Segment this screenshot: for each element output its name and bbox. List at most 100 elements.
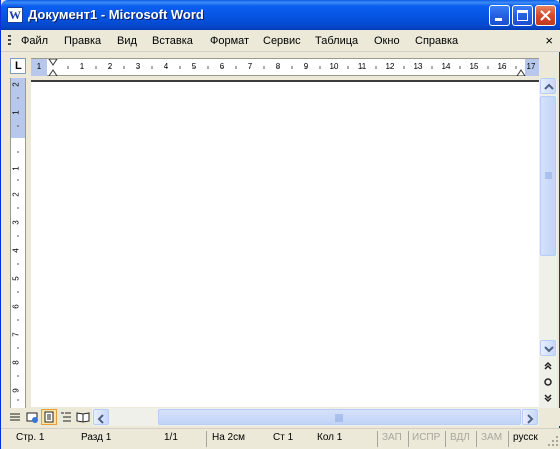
menu-format[interactable]: Формат <box>210 35 249 47</box>
status-section: Разд 1 <box>81 432 112 443</box>
h-ruler-num: 10 <box>329 62 339 71</box>
menu-bar: Файл Правка Вид Вставка Формат Сервис Та… <box>1 30 560 52</box>
h-ruler-num: 5 <box>191 62 197 71</box>
first-line-indent-marker <box>48 59 58 66</box>
outline-view-button[interactable] <box>58 409 74 425</box>
print-layout-icon <box>44 411 54 423</box>
h-ruler-num: 14 <box>441 62 451 71</box>
h-ruler-num: 1 <box>79 62 85 71</box>
normal-view-button[interactable] <box>7 409 23 425</box>
close-icon <box>540 10 551 21</box>
arrow-left-icon <box>97 414 104 424</box>
scroll-right-button[interactable] <box>522 409 538 425</box>
arrow-down-icon <box>544 346 554 353</box>
h-ruler-num: 8 <box>275 62 281 71</box>
h-ruler-num: 7 <box>247 62 253 71</box>
status-page: Стр. 1 <box>16 432 45 443</box>
window-title: Документ1 - Microsoft Word <box>28 7 204 22</box>
status-overtype[interactable]: ЗАМ <box>481 432 502 443</box>
status-column: Кол 1 <box>317 432 343 443</box>
word-window: W Документ1 - Microsoft Word Файл Правка… <box>0 0 560 449</box>
tab-selector[interactable]: L <box>10 58 26 74</box>
v-ruler-num: 1 <box>11 166 21 171</box>
previous-page-button[interactable] <box>540 358 556 374</box>
reading-layout-icon <box>76 412 90 423</box>
h-ruler-num: 11 <box>357 62 367 71</box>
menu-edit[interactable]: Правка <box>64 35 101 47</box>
toolbar-grip[interactable] <box>8 35 11 47</box>
v-ruler-num: 4 <box>11 248 21 253</box>
h-ruler-num: 4 <box>163 62 169 71</box>
print-layout-button[interactable] <box>41 409 57 425</box>
v-ruler-num: 9 <box>11 388 21 393</box>
title-bar[interactable]: W Документ1 - Microsoft Word <box>1 0 560 30</box>
h-ruler-num: 17 <box>526 62 536 71</box>
v-ruler-num: 6 <box>11 304 21 309</box>
thumb-grip-icon <box>335 414 343 422</box>
menu-tools[interactable]: Сервис <box>263 35 301 47</box>
right-indent-marker <box>516 69 526 76</box>
close-document-button[interactable]: × <box>545 33 553 48</box>
menu-insert[interactable]: Вставка <box>152 35 193 47</box>
h-ruler-num: 9 <box>303 62 309 71</box>
menu-file[interactable]: Файл <box>21 35 48 47</box>
next-page-button[interactable] <box>540 390 556 406</box>
close-button[interactable] <box>535 5 556 26</box>
double-up-icon <box>544 361 552 370</box>
horizontal-scrollbar[interactable] <box>92 408 539 426</box>
normal-view-icon <box>10 413 20 421</box>
horizontal-scroll-thumb[interactable] <box>158 409 521 425</box>
menu-table[interactable]: Таблица <box>315 35 358 47</box>
h-ruler-num: 6 <box>219 62 225 71</box>
h-ruler-num: 16 <box>497 62 507 71</box>
menu-view[interactable]: Вид <box>117 35 137 47</box>
status-position: На 2см <box>212 432 245 443</box>
arrow-right-icon <box>527 414 534 424</box>
word-document-icon[interactable]: W <box>7 7 23 23</box>
h-ruler-num: 12 <box>385 62 395 71</box>
thumb-grip-icon <box>545 172 552 179</box>
v-ruler-num: 8 <box>11 360 21 365</box>
resize-grip-icon[interactable] <box>547 435 559 447</box>
v-ruler-num: 5 <box>11 276 21 281</box>
horizontal-ruler[interactable]: 1 1 2 3 4 5 6 7 8 9 10 11 12 13 14 15 16… <box>31 58 539 76</box>
status-extend[interactable]: ВДЛ <box>450 432 470 443</box>
menu-help[interactable]: Справка <box>415 35 458 47</box>
h-ruler-num: 1 <box>36 62 42 71</box>
scroll-left-button[interactable] <box>93 409 109 425</box>
v-ruler-num: 2 <box>11 192 21 197</box>
status-pages: 1/1 <box>164 432 178 443</box>
document-editing-area[interactable] <box>31 80 539 407</box>
h-ruler-num: 3 <box>135 62 141 71</box>
maximize-icon <box>517 10 528 21</box>
double-down-icon <box>544 394 552 403</box>
reading-layout-button[interactable] <box>75 409 91 425</box>
menu-window[interactable]: Окно <box>374 35 400 47</box>
status-language: русск <box>513 432 538 443</box>
v-ruler-ticks <box>17 97 19 401</box>
select-browse-object-button[interactable] <box>540 374 556 390</box>
web-layout-icon <box>26 412 38 423</box>
maximize-button[interactable] <box>512 5 533 26</box>
status-track-changes[interactable]: ИСПР <box>412 432 440 443</box>
minimize-icon <box>495 18 502 21</box>
v-ruler-num: 7 <box>11 332 21 337</box>
browse-object-icon <box>544 378 552 386</box>
arrow-up-icon <box>544 83 554 90</box>
h-ruler-num: 13 <box>413 62 423 71</box>
status-bar: Стр. 1 Разд 1 1/1 На 2см Ст 1 Кол 1 ЗАП … <box>1 428 560 449</box>
vertical-scrollbar[interactable] <box>539 78 557 408</box>
h-ruler-num: 15 <box>469 62 479 71</box>
status-line: Ст 1 <box>273 432 294 443</box>
scroll-up-button[interactable] <box>540 78 556 94</box>
web-layout-button[interactable] <box>24 409 40 425</box>
vertical-scroll-thumb[interactable] <box>540 96 556 256</box>
minimize-button[interactable] <box>489 5 510 26</box>
v-ruler-num: 2 <box>11 82 21 87</box>
hanging-indent-marker <box>48 69 58 76</box>
v-ruler-num: 1 <box>11 110 21 115</box>
status-record-macro[interactable]: ЗАП <box>382 432 402 443</box>
scroll-down-button[interactable] <box>540 340 556 356</box>
vertical-ruler[interactable]: 2 1 1 2 3 4 5 6 7 8 9 <box>10 78 26 408</box>
h-ruler-num: 2 <box>107 62 113 71</box>
